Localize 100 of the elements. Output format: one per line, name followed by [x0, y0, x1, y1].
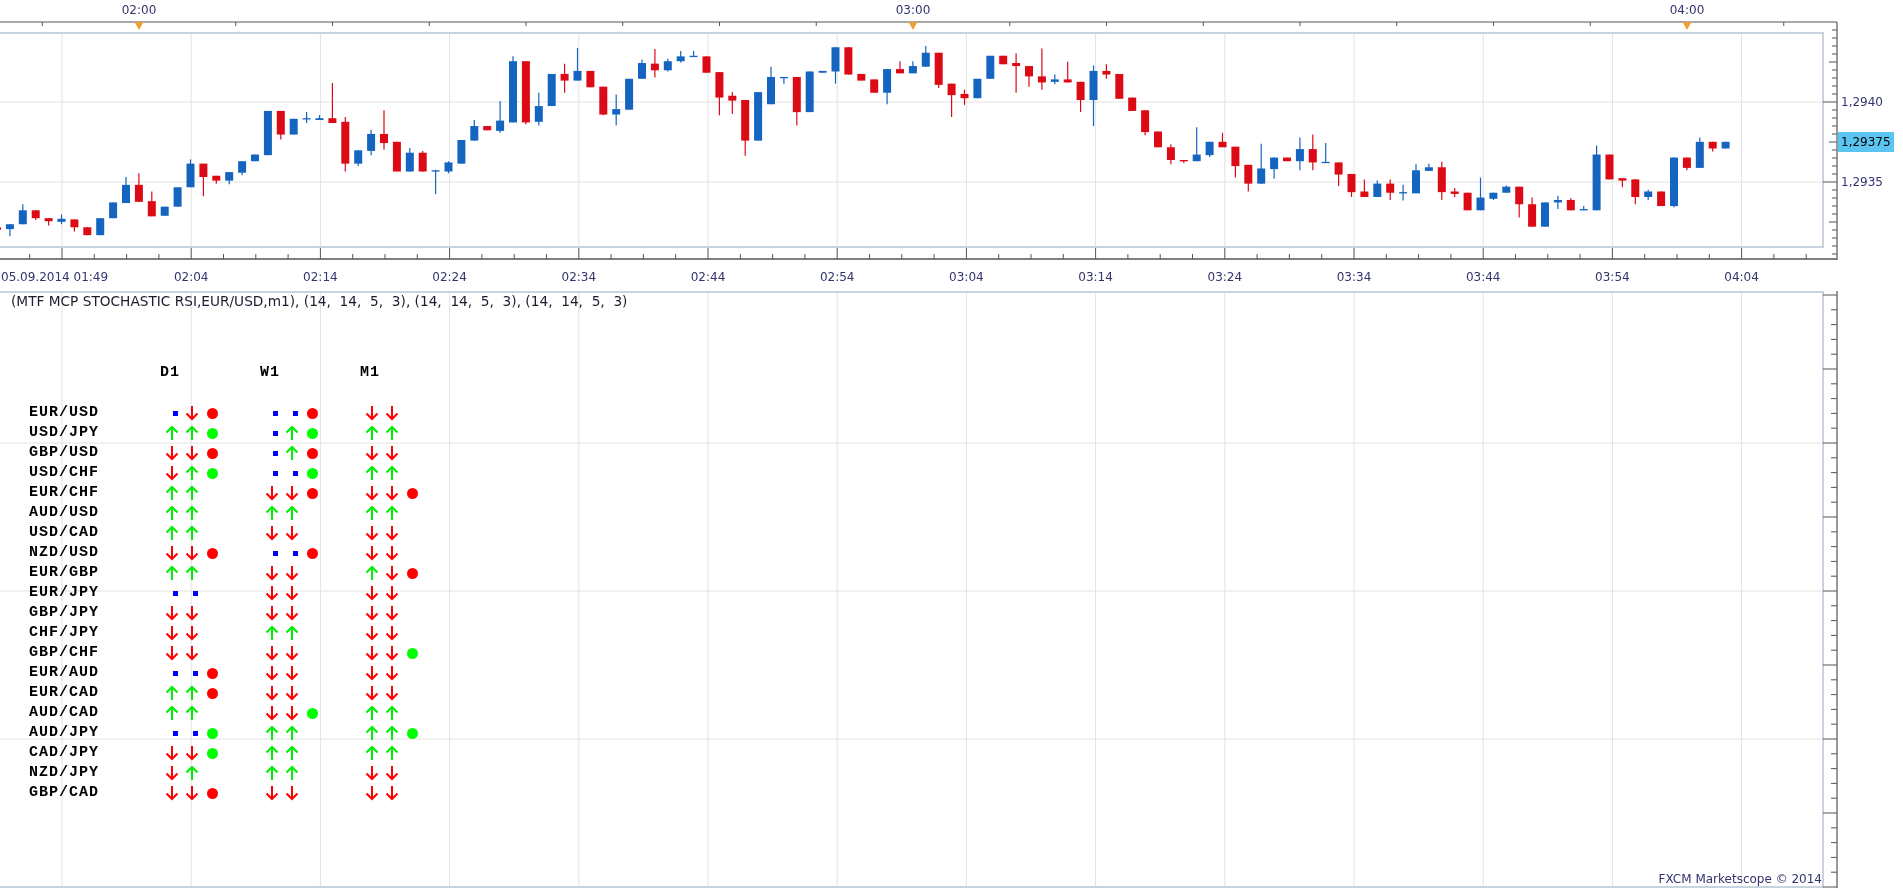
up-arrow-icon — [185, 505, 199, 521]
up-arrow-icon — [165, 685, 179, 701]
currency-pair-label: USD/JPY — [29, 423, 99, 443]
down-arrow-icon — [265, 785, 279, 801]
down-arrow-icon — [365, 785, 379, 801]
timeframe-header: D1 — [160, 363, 180, 383]
down-arrow-icon — [265, 605, 279, 621]
down-arrow-icon — [165, 785, 179, 801]
down-arrow-icon — [165, 445, 179, 461]
down-arrow-icon — [365, 645, 379, 661]
up-arrow-icon — [285, 505, 299, 521]
up-arrow-icon — [185, 465, 199, 481]
time-axis-label: 03:34 — [1336, 270, 1372, 284]
up-arrow-icon — [385, 425, 399, 441]
down-arrow-icon — [285, 605, 299, 621]
currency-pair-label: GBP/JPY — [29, 603, 99, 623]
currency-pair-label: CHF/JPY — [29, 623, 99, 643]
hour-label: 02:00 — [121, 3, 157, 17]
down-arrow-icon — [365, 445, 379, 461]
currency-pair-label: EUR/USD — [29, 403, 99, 423]
up-arrow-icon — [165, 525, 179, 541]
current-price-label: 1,29375 — [1838, 132, 1894, 152]
down-arrow-icon — [365, 585, 379, 601]
price-axis-label: 1,2940 — [1841, 95, 1883, 109]
up-arrow-icon — [265, 765, 279, 781]
down-arrow-icon — [385, 525, 399, 541]
currency-pair-label: AUD/USD — [29, 503, 99, 523]
up-arrow-icon — [385, 505, 399, 521]
up-arrow-icon — [285, 445, 299, 461]
down-arrow-icon — [365, 665, 379, 681]
down-arrow-icon — [185, 445, 199, 461]
time-axis-label: 02:14 — [303, 270, 338, 284]
currency-pair-label: AUD/CAD — [29, 703, 99, 723]
down-arrow-icon — [165, 645, 179, 661]
time-axis-label: 02:24 — [432, 270, 467, 284]
price-axis-label: 1,2935 — [1841, 175, 1883, 189]
up-arrow-icon — [365, 425, 379, 441]
down-arrow-icon — [385, 545, 399, 561]
timeframe-header: W1 — [260, 363, 280, 383]
down-arrow-icon — [285, 705, 299, 721]
currency-pair-label: NZD/JPY — [29, 763, 99, 783]
down-arrow-icon — [165, 745, 179, 761]
down-arrow-icon — [265, 665, 279, 681]
currency-pair-label: GBP/CAD — [29, 783, 99, 803]
time-axis-label: 03:14 — [1078, 270, 1113, 284]
up-arrow-icon — [285, 765, 299, 781]
down-arrow-icon — [285, 785, 299, 801]
currency-pair-label: USD/CHF — [29, 463, 99, 483]
time-axis-label: 03:04 — [949, 270, 984, 284]
up-arrow-icon — [385, 465, 399, 481]
up-arrow-icon — [185, 685, 199, 701]
up-arrow-icon — [365, 705, 379, 721]
up-arrow-icon — [365, 725, 379, 741]
hour-label: 04:00 — [1669, 3, 1705, 17]
time-axis-label: 04:04 — [1724, 270, 1759, 284]
time-axis-label: 03:54 — [1595, 270, 1630, 284]
up-arrow-icon — [265, 505, 279, 521]
time-axis-label: 02:54 — [819, 270, 855, 284]
down-arrow-icon — [185, 405, 199, 421]
timeframe-header: M1 — [360, 363, 380, 383]
down-arrow-icon — [385, 645, 399, 661]
up-arrow-icon — [185, 765, 199, 781]
down-arrow-icon — [185, 625, 199, 641]
currency-pair-label: EUR/JPY — [29, 583, 99, 603]
currency-pair-label: GBP/USD — [29, 443, 99, 463]
down-arrow-icon — [365, 625, 379, 641]
up-arrow-icon — [185, 485, 199, 501]
hour-marker-icon — [134, 22, 144, 30]
up-arrow-icon — [265, 745, 279, 761]
up-arrow-icon — [365, 465, 379, 481]
down-arrow-icon — [385, 765, 399, 781]
up-arrow-icon — [185, 525, 199, 541]
up-arrow-icon — [385, 705, 399, 721]
up-arrow-icon — [165, 425, 179, 441]
down-arrow-icon — [165, 625, 179, 641]
down-arrow-icon — [185, 605, 199, 621]
down-arrow-icon — [265, 565, 279, 581]
down-arrow-icon — [285, 685, 299, 701]
time-axis-label: 02:34 — [561, 270, 597, 284]
up-arrow-icon — [385, 725, 399, 741]
down-arrow-icon — [265, 585, 279, 601]
hour-marker-icon — [908, 22, 918, 30]
down-arrow-icon — [185, 785, 199, 801]
currency-pair-label: GBP/CHF — [29, 643, 99, 663]
currency-pair-label: USD/CAD — [29, 523, 99, 543]
down-arrow-icon — [365, 685, 379, 701]
time-axis-label: 03:44 — [1465, 270, 1501, 284]
up-arrow-icon — [285, 745, 299, 761]
up-arrow-icon — [285, 625, 299, 641]
currency-pair-label: EUR/GBP — [29, 563, 99, 583]
currency-pair-label: EUR/CHF — [29, 483, 99, 503]
down-arrow-icon — [385, 785, 399, 801]
up-arrow-icon — [265, 625, 279, 641]
up-arrow-icon — [365, 745, 379, 761]
up-arrow-icon — [285, 425, 299, 441]
down-arrow-icon — [365, 605, 379, 621]
down-arrow-icon — [185, 645, 199, 661]
down-arrow-icon — [385, 685, 399, 701]
down-arrow-icon — [385, 485, 399, 501]
down-arrow-icon — [265, 685, 279, 701]
